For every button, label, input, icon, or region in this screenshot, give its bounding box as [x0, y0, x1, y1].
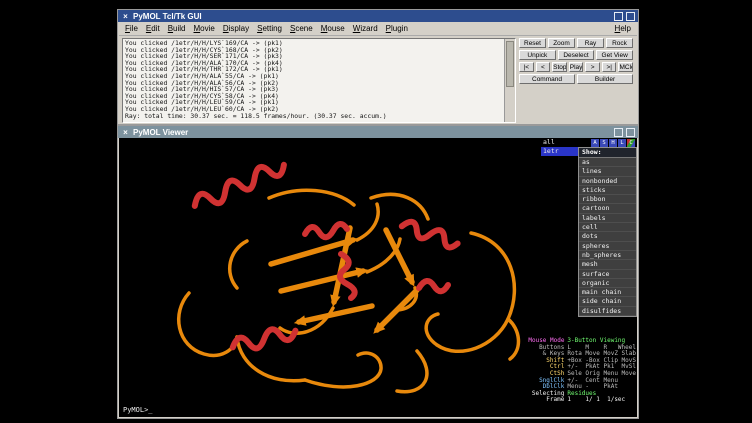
object-row-all[interactable]: all ASHLC: [539, 138, 637, 147]
show-menu-item-nonbonded[interactable]: nonbonded: [579, 177, 636, 186]
viewer-titlebar[interactable]: × PyMOL Viewer: [118, 126, 638, 138]
show-menu-item-spheres[interactable]: spheres: [579, 242, 636, 251]
object-name: 1etr: [541, 147, 583, 156]
viewer-window-title: PyMOL Viewer: [133, 128, 188, 137]
button-mclear[interactable]: MClear: [618, 62, 633, 72]
button-zoom[interactable]: Zoom: [548, 38, 575, 48]
show-menu-item-lines[interactable]: lines: [579, 167, 636, 176]
show-menu-item-dots[interactable]: dots: [579, 232, 636, 241]
button-unpick[interactable]: Unpick: [519, 50, 556, 60]
show-menu: Show: aslinesnonbondedsticksribboncartoo…: [578, 147, 637, 317]
gui-window-title: PyMOL Tcl/Tk GUI: [133, 12, 202, 21]
close-icon[interactable]: ×: [121, 12, 130, 21]
show-menu-title: Show:: [579, 148, 636, 158]
button-row-3: |<<StopPlay>>|MClear: [519, 62, 633, 72]
show-menu-item-cartoon[interactable]: cartoon: [579, 204, 636, 213]
menu-scene[interactable]: Scene: [286, 24, 317, 33]
console-output: You clicked /1etr/H/H/LYS`169/CA -> (pk1…: [125, 40, 504, 121]
show-menu-item-ribbon[interactable]: ribbon: [579, 195, 636, 204]
mouse-legend: Mouse Mode3-Button ViewingButtonsL M R W…: [528, 338, 636, 404]
button-getview[interactable]: Get View: [596, 50, 633, 60]
menu-plugin[interactable]: Plugin: [382, 24, 412, 33]
menu-build[interactable]: Build: [164, 24, 190, 33]
button-command[interactable]: Command: [519, 74, 575, 84]
button-reset[interactable]: Reset: [519, 38, 546, 48]
object-button-l[interactable]: L: [618, 139, 626, 147]
object-button-a[interactable]: A: [591, 139, 599, 147]
menu-wizard[interactable]: Wizard: [349, 24, 382, 33]
show-menu-item-nb_spheres[interactable]: nb_spheres: [579, 251, 636, 260]
viewer-window: × PyMOL Viewer: [117, 125, 639, 419]
minimize-icon[interactable]: [614, 12, 623, 21]
button-end[interactable]: >|: [602, 62, 617, 72]
button-ray[interactable]: Ray: [577, 38, 604, 48]
button-row-1: ResetZoomRayRock: [519, 38, 633, 48]
object-action-buttons: ASHLC: [591, 139, 635, 147]
menu-bar: FileEditBuildMovieDisplaySettingSceneMou…: [119, 22, 637, 36]
show-menu-item-surface[interactable]: surface: [579, 270, 636, 279]
protein-structure: [119, 138, 539, 417]
legend-row-10: Frame1 1/ 1 1/sec: [528, 397, 636, 404]
show-menu-item-disulfides[interactable]: disulfides: [579, 307, 636, 316]
button-panel: ResetZoomRayRock UnpickDeselectGet View |<…: [519, 38, 633, 86]
viewport[interactable]: all ASHLC 1etr ASHLC Show: aslinesnonbonded…: [119, 138, 637, 417]
button-forward[interactable]: >: [585, 62, 600, 72]
button-deselect[interactable]: Deselect: [558, 50, 595, 60]
menu-mouse[interactable]: Mouse: [317, 24, 349, 33]
show-menu-items: aslinesnonbondedsticksribboncartoonlabel…: [579, 158, 636, 316]
gui-window: × PyMOL Tcl/Tk GUI FileEditBuildMovieDis…: [117, 9, 639, 125]
object-button-s[interactable]: S: [600, 139, 608, 147]
show-menu-item-mesh[interactable]: mesh: [579, 260, 636, 269]
object-button-c[interactable]: C: [627, 139, 635, 147]
button-builder[interactable]: Builder: [577, 74, 633, 84]
gui-titlebar[interactable]: × PyMOL Tcl/Tk GUI: [118, 10, 638, 22]
show-menu-item-side-chain[interactable]: side chain: [579, 297, 636, 306]
button-first[interactable]: |<: [519, 62, 534, 72]
menu-edit[interactable]: Edit: [142, 24, 164, 33]
button-rock[interactable]: Rock: [606, 38, 633, 48]
console-scrollbar[interactable]: [504, 39, 515, 122]
show-menu-item-cell[interactable]: cell: [579, 223, 636, 232]
maximize-icon[interactable]: [626, 12, 635, 21]
button-play[interactable]: Play: [569, 62, 584, 72]
menu-items: FileEditBuildMovieDisplaySettingSceneMou…: [121, 24, 412, 33]
button-row-4: CommandBuilder: [519, 74, 633, 84]
close-icon[interactable]: ×: [121, 128, 130, 137]
show-menu-item-labels[interactable]: labels: [579, 214, 636, 223]
maximize-icon[interactable]: [626, 128, 635, 137]
scrollbar-thumb[interactable]: [506, 41, 514, 87]
menu-movie[interactable]: Movie: [190, 24, 219, 33]
menu-file[interactable]: File: [121, 24, 142, 33]
legend-value: 1 1/ 1 1/sec: [567, 396, 625, 403]
button-back[interactable]: <: [536, 62, 551, 72]
legend-label: Frame: [528, 397, 564, 404]
button-row-2: UnpickDeselectGet View: [519, 50, 633, 60]
console[interactable]: You clicked /1etr/H/H/LYS`169/CA -> (pk1…: [122, 38, 516, 123]
show-menu-item-sticks[interactable]: sticks: [579, 186, 636, 195]
minimize-icon[interactable]: [614, 128, 623, 137]
command-prompt[interactable]: PyMOL>_: [123, 406, 153, 414]
show-menu-item-organic[interactable]: organic: [579, 279, 636, 288]
object-name: all: [541, 138, 557, 147]
console-line-12: Ray: total time: 30.37 sec. = 118.5 fram…: [125, 113, 504, 120]
button-stop[interactable]: Stop: [552, 62, 567, 72]
menu-help[interactable]: Help: [611, 24, 635, 33]
menu-display[interactable]: Display: [219, 24, 253, 33]
menu-setting[interactable]: Setting: [253, 24, 286, 33]
object-button-h[interactable]: H: [609, 139, 617, 147]
show-menu-item-as[interactable]: as: [579, 158, 636, 167]
show-menu-item-main-chain[interactable]: main chain: [579, 288, 636, 297]
loop-ribbons: [179, 190, 519, 391]
